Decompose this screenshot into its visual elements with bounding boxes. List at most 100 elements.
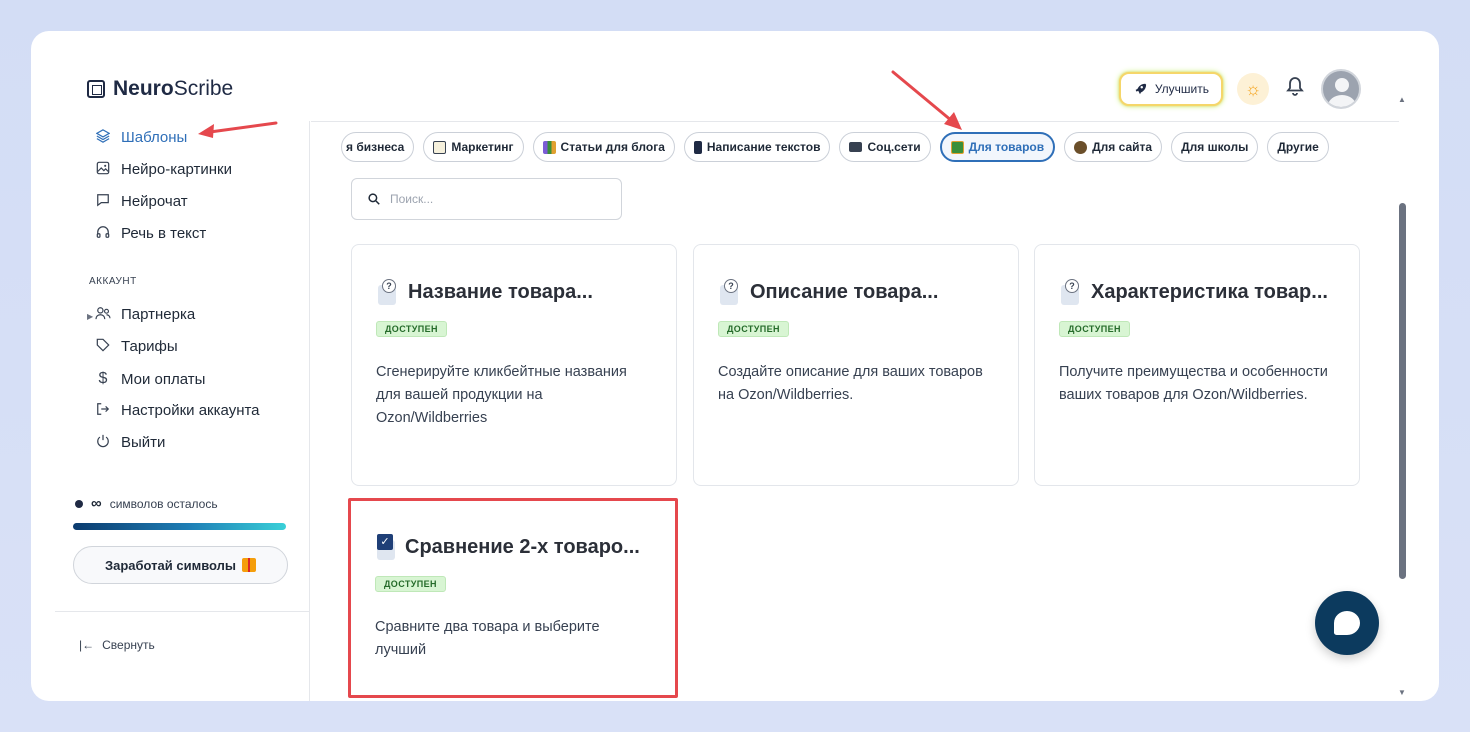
scrollbar[interactable]: ▲ ▼: [1396, 91, 1408, 701]
collapse-button[interactable]: |← Свернуть: [79, 638, 155, 652]
chat-bubble-icon: [1334, 611, 1360, 635]
tab-website[interactable]: Для сайта: [1064, 132, 1163, 162]
status-dot: [75, 499, 83, 508]
sidebar-item-label: Шаблоны: [121, 129, 188, 146]
search-input[interactable]: Поиск...: [351, 178, 622, 220]
sidebar-item-settings[interactable]: Настройки аккаунта: [95, 402, 260, 419]
sidebar-item-templates[interactable]: Шаблоны: [95, 129, 187, 146]
status-badge: ДОСТУПЕН: [718, 321, 789, 337]
tab-marketing[interactable]: Маркетинг: [423, 132, 524, 162]
bell-icon[interactable]: [1283, 76, 1307, 102]
symbols-remaining: ∞ символов осталось: [75, 495, 218, 512]
sidebar-item-label: Мои оплаты: [121, 370, 206, 388]
avatar[interactable]: [1321, 69, 1361, 109]
template-card-product-description[interactable]: ? Описание товара... ДОСТУПЕН Создайте о…: [693, 244, 1019, 486]
progress-fill: [73, 523, 286, 530]
chat-widget-button[interactable]: [1315, 591, 1379, 655]
chip-label: Для товаров: [968, 140, 1045, 154]
collapse-label: Свернуть: [102, 638, 155, 652]
header-actions: Улучшить ☼: [1118, 69, 1361, 109]
ledger-icon: [950, 140, 964, 154]
checkbox-doc-icon: ✓: [375, 534, 397, 560]
symbols-value: ∞: [91, 495, 102, 512]
logo[interactable]: NeuroScribe: [87, 77, 233, 101]
category-chips: я бизнеса Маркетинг Статьи для блога Нап…: [341, 132, 1329, 162]
tab-copywriting[interactable]: Написание текстов: [683, 132, 831, 162]
rocket-icon: [1135, 83, 1146, 95]
sidebar-item-chat[interactable]: Нейрочат: [95, 193, 188, 210]
tab-products[interactable]: Для товаров: [939, 132, 1056, 162]
upgrade-label: Улучшить: [1154, 82, 1209, 96]
robot-icon: [1074, 140, 1088, 154]
card-description: Сравните два товара и выберите лучший: [375, 619, 600, 658]
sidebar-item-label: Партнерка: [121, 306, 196, 323]
sun-icon: ☼: [1244, 78, 1262, 99]
card-title: Описание товара...: [750, 280, 939, 303]
card-description: Получите преимущества и особенности ваши…: [1059, 364, 1328, 403]
earn-label: Заработай символы: [104, 557, 237, 573]
status-badge: ДОСТУПЕН: [375, 576, 446, 592]
chip-label: я бизнеса: [346, 140, 405, 154]
tab-school[interactable]: Для школы: [1171, 132, 1259, 162]
earn-symbols-button[interactable]: Заработай символы: [73, 546, 288, 584]
scrollbar-thumb[interactable]: [1399, 203, 1406, 579]
status-badge: ДОСТУПЕН: [376, 321, 447, 337]
card-title: Сравнение 2-х товаро...: [405, 535, 640, 558]
sidebar-item-tariffs[interactable]: Тарифы: [95, 338, 178, 355]
scroll-down-icon[interactable]: ▼: [1398, 688, 1406, 697]
card-title: Название товара...: [408, 280, 593, 303]
caret-right-icon[interactable]: ▶: [87, 312, 93, 321]
tab-blog[interactable]: Статьи для блога: [532, 132, 675, 162]
sidebar-item-logout[interactable]: Выйти: [95, 434, 165, 451]
sidebar-item-images[interactable]: Нейро-картинки: [95, 161, 232, 178]
app-window: NeuroScribe Улучшить ☼ Шаблоны Нейро-кар…: [31, 31, 1439, 701]
sidebar-item-payments[interactable]: $ Мои оплаты: [95, 370, 206, 388]
sidebar-item-label: Нейрочат: [121, 193, 188, 210]
theme-toggle[interactable]: ☼: [1237, 73, 1269, 105]
sidebar-item-label: Речь в текст: [121, 225, 207, 242]
search-placeholder: Поиск...: [390, 192, 434, 206]
tab-business[interactable]: я бизнеса: [341, 132, 415, 162]
logo-text: NeuroScribe: [113, 77, 233, 101]
question-doc-icon: ?: [376, 279, 400, 305]
memo-icon: [433, 140, 447, 154]
card-title-row: ? Описание товара...: [718, 279, 994, 305]
gift-icon: [242, 558, 257, 572]
logo-rest: Scribe: [173, 77, 234, 100]
template-card-product-compare[interactable]: ✓ Сравнение 2-х товаро... ДОСТУПЕН Сравн…: [348, 498, 678, 698]
card-description: Создайте описание для ваших товаров на O…: [718, 364, 983, 403]
laptop-icon: [849, 142, 863, 152]
symbols-progress-bar: [73, 523, 286, 530]
account-section-label: АККАУНТ: [89, 276, 137, 287]
card-description: Сгенерируйте кликбейтные названия для ва…: [376, 364, 627, 426]
tag-icon: [95, 338, 111, 355]
status-badge: ДОСТУПЕН: [1059, 321, 1130, 337]
template-card-product-name[interactable]: ? Название товара... ДОСТУПЕН Сгенерируй…: [351, 244, 677, 486]
headphones-icon: [95, 225, 111, 242]
search-icon: [368, 193, 380, 205]
books-icon: [542, 140, 556, 154]
image-icon: [95, 161, 111, 178]
symbols-label: символов осталось: [109, 496, 218, 511]
sidebar-item-label: Настройки аккаунта: [121, 402, 260, 419]
users-icon: [95, 306, 111, 323]
card-title-row: ? Характеристика товар...: [1059, 279, 1335, 305]
sidebar-item-label: Тарифы: [121, 338, 178, 355]
card-title-row: ? Название товара...: [376, 279, 652, 305]
chip-label: Для сайта: [1092, 140, 1153, 154]
collapse-icon: |←: [79, 638, 95, 652]
scroll-up-icon[interactable]: ▲: [1398, 95, 1406, 104]
template-card-product-features[interactable]: ? Характеристика товар... ДОСТУПЕН Получ…: [1034, 244, 1360, 486]
tab-social[interactable]: Соц.сети: [839, 132, 931, 162]
logo-bold: Neuro: [113, 77, 174, 100]
phone-icon: [693, 140, 702, 154]
sidebar-item-label: Выйти: [121, 434, 166, 451]
upgrade-button[interactable]: Улучшить: [1118, 72, 1223, 106]
main-content: я бизнеса Маркетинг Статьи для блога Нап…: [311, 121, 1399, 701]
login-icon: [95, 402, 111, 419]
tab-other[interactable]: Другие: [1267, 132, 1329, 162]
logo-icon: [87, 80, 105, 98]
sidebar-divider: [55, 611, 310, 612]
sidebar-item-speech[interactable]: Речь в текст: [95, 225, 206, 242]
sidebar-item-partner[interactable]: Партнерка: [95, 306, 195, 323]
